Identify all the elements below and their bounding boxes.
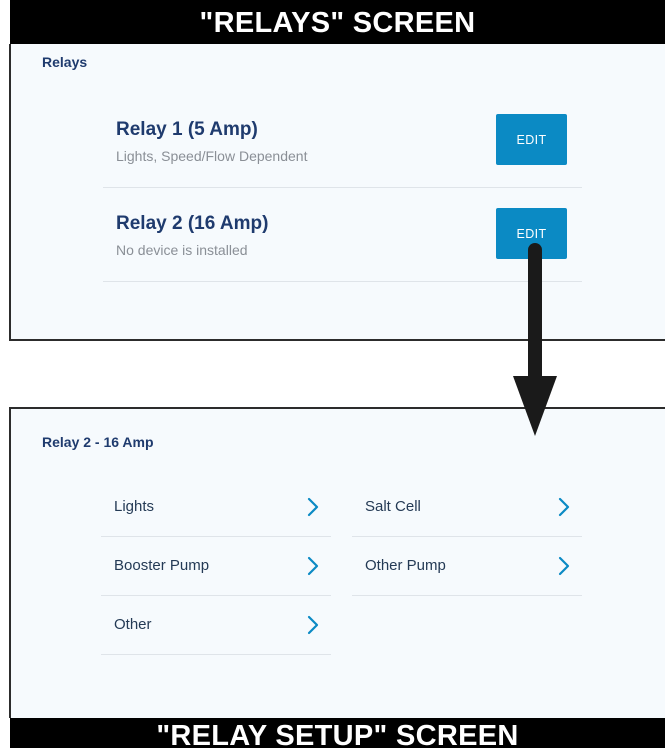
option-salt-cell[interactable]: Salt Cell [352, 478, 582, 537]
option-other-pump[interactable]: Other Pump [352, 537, 582, 596]
chevron-right-icon [307, 497, 319, 517]
relays-screen-panel: Relays Relay 1 (5 Amp) Lights, Speed/Flo… [9, 44, 665, 341]
option-lights[interactable]: Lights [101, 478, 331, 537]
page-title: Relays [42, 54, 88, 70]
chevron-right-icon [558, 497, 570, 517]
option-label: Other Pump [365, 557, 446, 574]
option-label: Lights [114, 498, 155, 515]
relays-screen-banner: "RELAYS" SCREEN [10, 0, 665, 44]
option-label: Booster Pump [114, 557, 210, 574]
relay-row-2: Relay 2 (16 Amp) No device is installed … [103, 187, 582, 282]
edit-relay-1-button[interactable]: EDIT [496, 114, 567, 165]
option-label: Salt Cell [365, 498, 421, 515]
relay-setup-screen-panel: Relay 2 - 16 Amp Lights Salt Cell Booste… [9, 407, 665, 718]
option-booster-pump[interactable]: Booster Pump [101, 537, 331, 596]
chevron-right-icon [307, 556, 319, 576]
option-other[interactable]: Other [101, 596, 331, 655]
relay-name: Relay 2 (16 Amp) [116, 213, 269, 234]
relay-name: Relay 1 (5 Amp) [116, 119, 258, 140]
relay-description: Lights, Speed/Flow Dependent [116, 148, 308, 164]
chevron-right-icon [307, 615, 319, 635]
option-label: Other [114, 616, 152, 633]
chevron-right-icon [558, 556, 570, 576]
relay-setup-screen-banner: "RELAY SETUP" SCREEN [10, 718, 665, 752]
page-title: Relay 2 - 16 Amp [42, 434, 154, 450]
relay-row-1: Relay 1 (5 Amp) Lights, Speed/Flow Depen… [103, 93, 582, 188]
relay-description: No device is installed [116, 242, 248, 258]
edit-relay-2-button[interactable]: EDIT [496, 208, 567, 259]
